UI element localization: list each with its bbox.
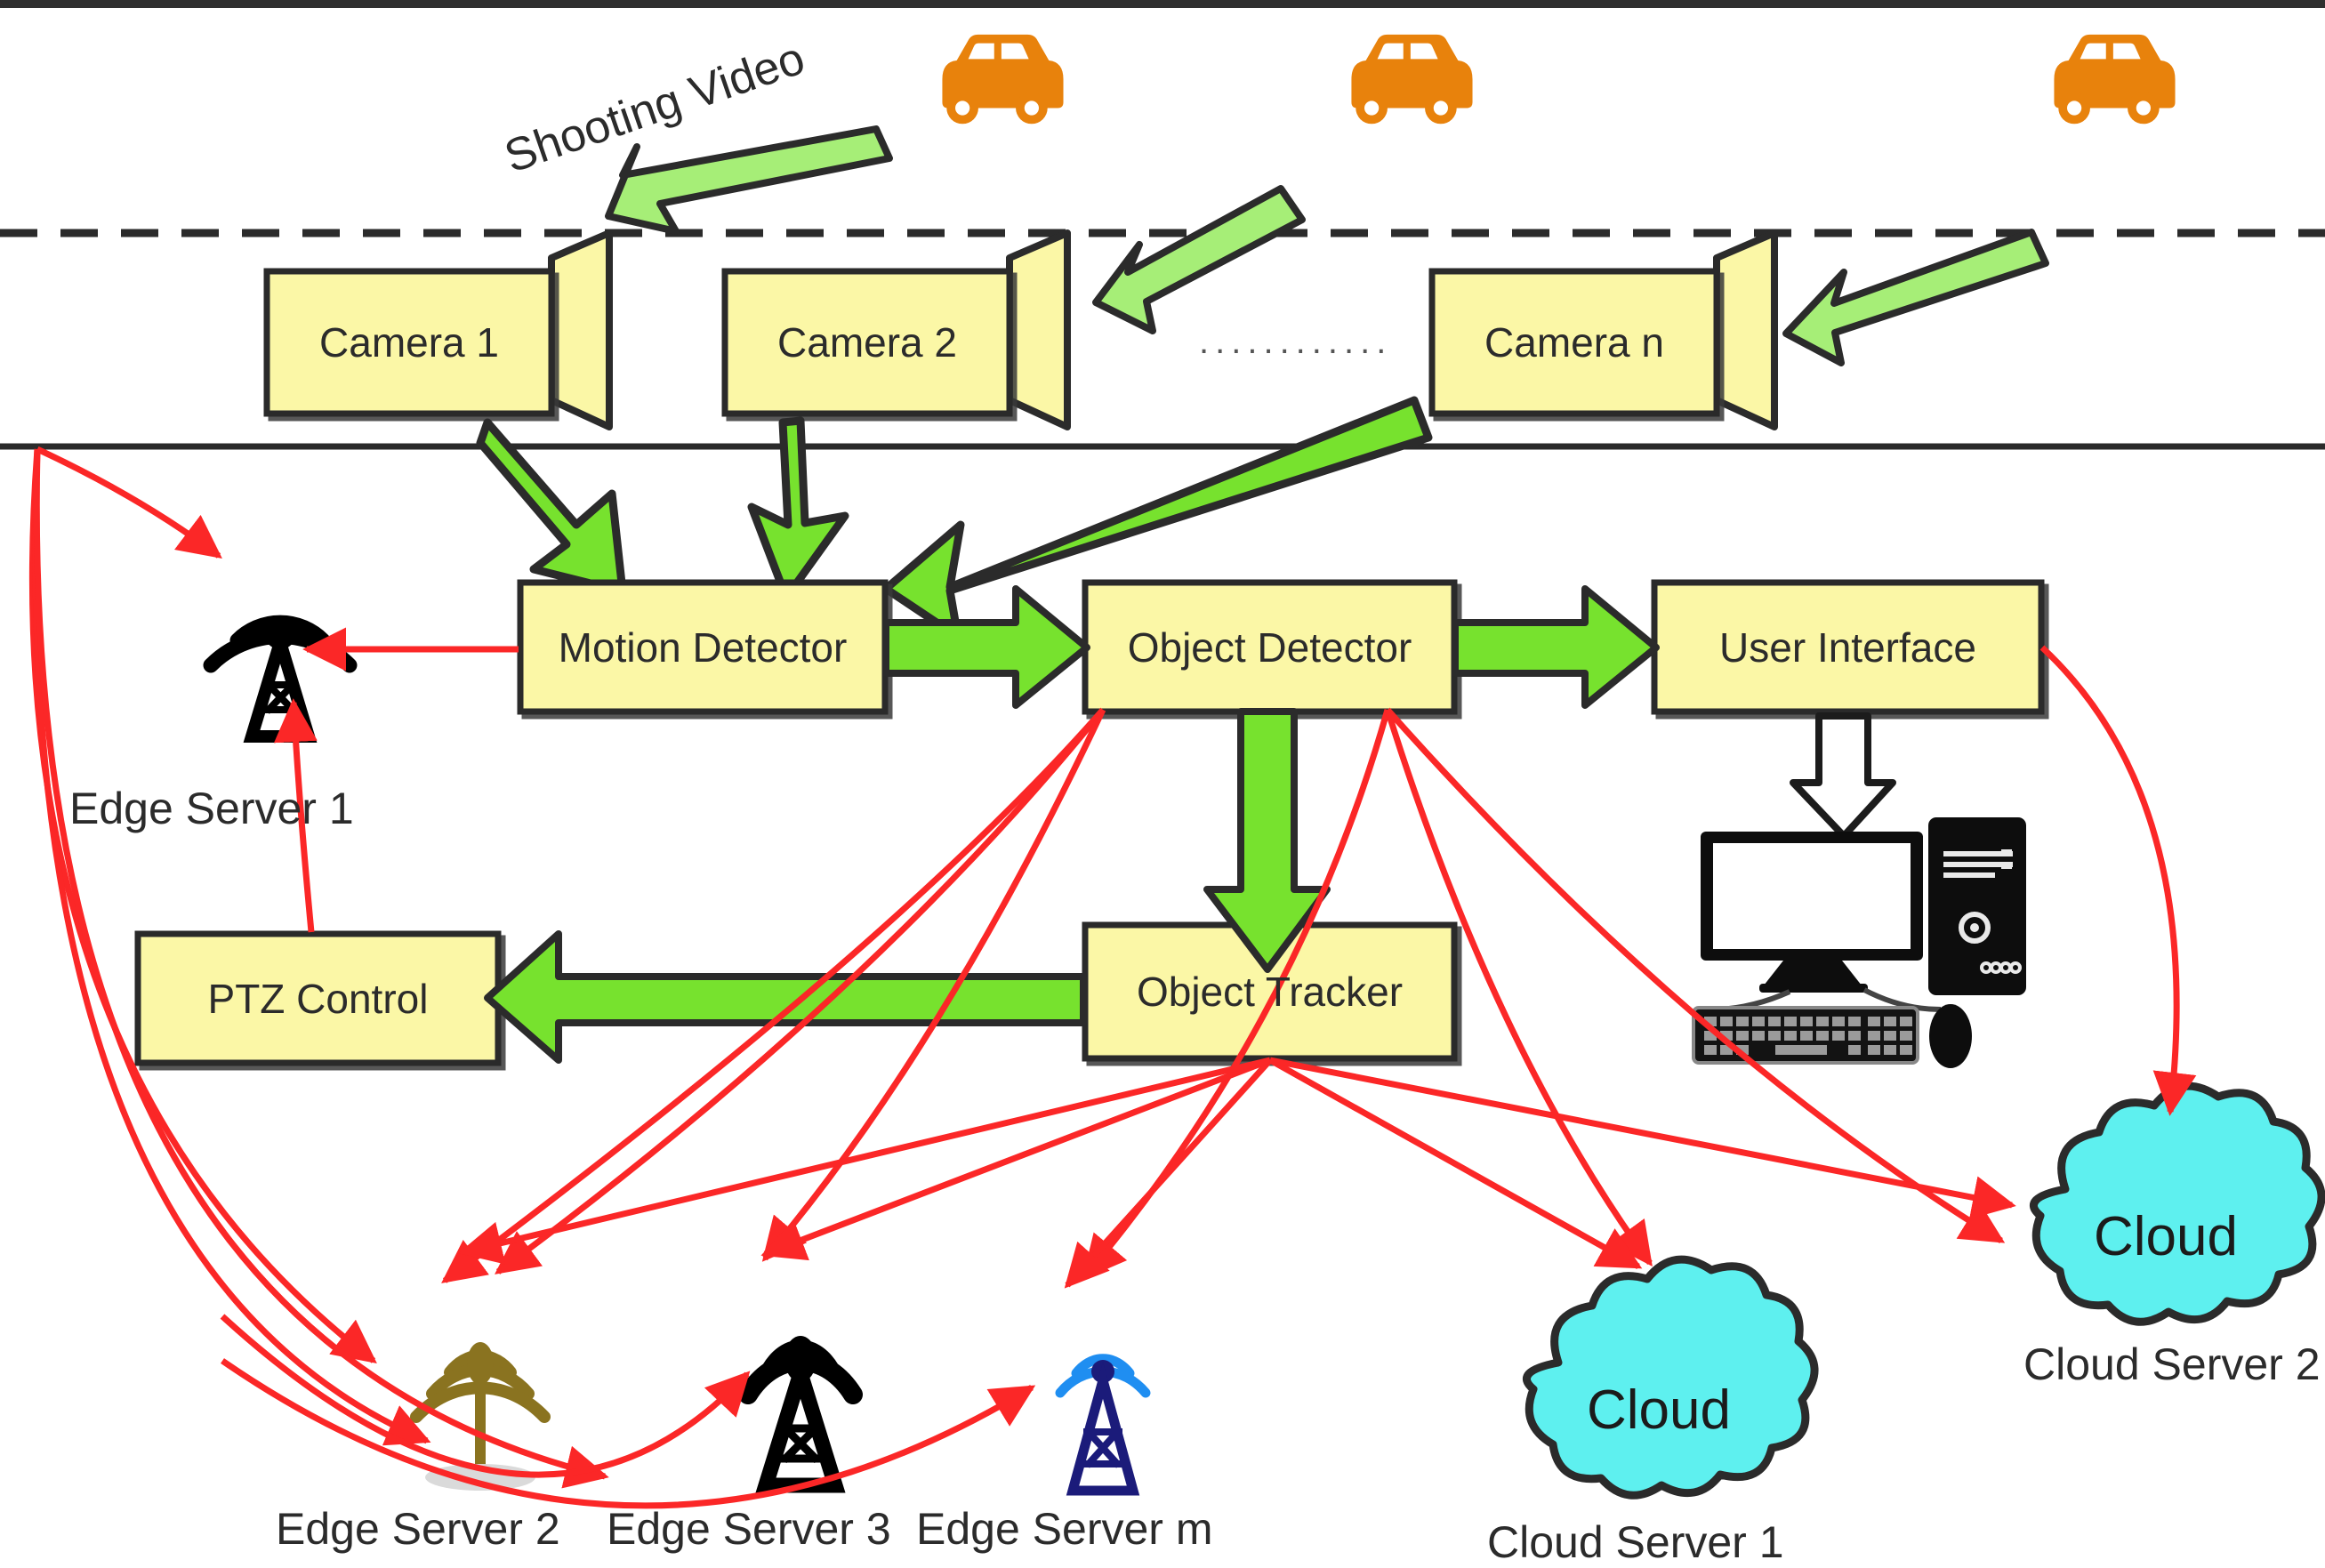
shooting-video-arrow bbox=[1782, 229, 2049, 366]
edge-server-caption-2: Edge Server 2 bbox=[276, 1504, 560, 1554]
link-bottom-curve-to-edgem bbox=[221, 1358, 1036, 1509]
process-box-object-detector bbox=[1082, 579, 1458, 715]
camera-box bbox=[721, 268, 1013, 417]
cloud-server-caption-2: Cloud Server 2 bbox=[2023, 1339, 2321, 1389]
edge-server-tower-icon bbox=[203, 615, 358, 743]
camera-lens bbox=[1713, 229, 1778, 430]
edge-server-caption-3: Edge Server 3 bbox=[607, 1504, 891, 1554]
edge-server-caption-1: Edge Server 1 bbox=[69, 784, 354, 833]
car-icon bbox=[1351, 34, 1473, 125]
car-icon bbox=[942, 34, 1064, 125]
cloud-server-shape bbox=[1523, 1255, 1819, 1500]
link-camera-layer-to-edge2 bbox=[28, 448, 377, 1363]
shooting-video-arrow bbox=[1092, 185, 1306, 334]
flow-arrow-object-to-ui bbox=[1452, 585, 1660, 709]
top-border bbox=[0, 0, 2325, 8]
edge-server-caption-m: Edge Server m bbox=[916, 1504, 1213, 1554]
link-object-detector-to-cloud2 bbox=[1385, 707, 2006, 1243]
process-box-ptz-control bbox=[134, 930, 502, 1066]
desktop-computer-icon bbox=[1692, 817, 2026, 1068]
cloud-server-shape bbox=[2030, 1082, 2325, 1326]
camera-lens bbox=[548, 229, 613, 430]
camera-box bbox=[1428, 268, 1720, 417]
process-box-user-interface bbox=[1651, 579, 2045, 715]
process-box-motion-detector bbox=[517, 579, 889, 715]
link-object-tracker-to-edgem bbox=[1064, 1057, 1273, 1289]
shooting-video-arrow bbox=[605, 125, 893, 235]
flow-arrow-ui-to-workstation bbox=[1790, 712, 1896, 840]
edge-server-tower-icon bbox=[1055, 1354, 1151, 1496]
link-camera-layer-to-edge1 bbox=[36, 446, 222, 559]
link-object-tracker-to-edge2 bbox=[458, 1057, 1271, 1265]
edge-server-tower-icon bbox=[738, 1336, 863, 1493]
cloud-server-caption-1: Cloud Server 1 bbox=[1487, 1517, 1784, 1567]
link-object-tracker-to-cloud2 bbox=[1269, 1057, 2016, 1219]
link-user-interface-to-cloud2 bbox=[2039, 645, 2197, 1116]
link-object-tracker-to-edge3 bbox=[760, 1057, 1272, 1261]
camera-ellipsis: ............ bbox=[1199, 322, 1393, 361]
camera-box bbox=[263, 268, 555, 417]
camera-lens bbox=[1006, 229, 1071, 430]
car-icon bbox=[2054, 34, 2176, 125]
architecture-diagram: Shooting Video Camera 1 Camera 2 Camera … bbox=[0, 0, 2325, 1568]
